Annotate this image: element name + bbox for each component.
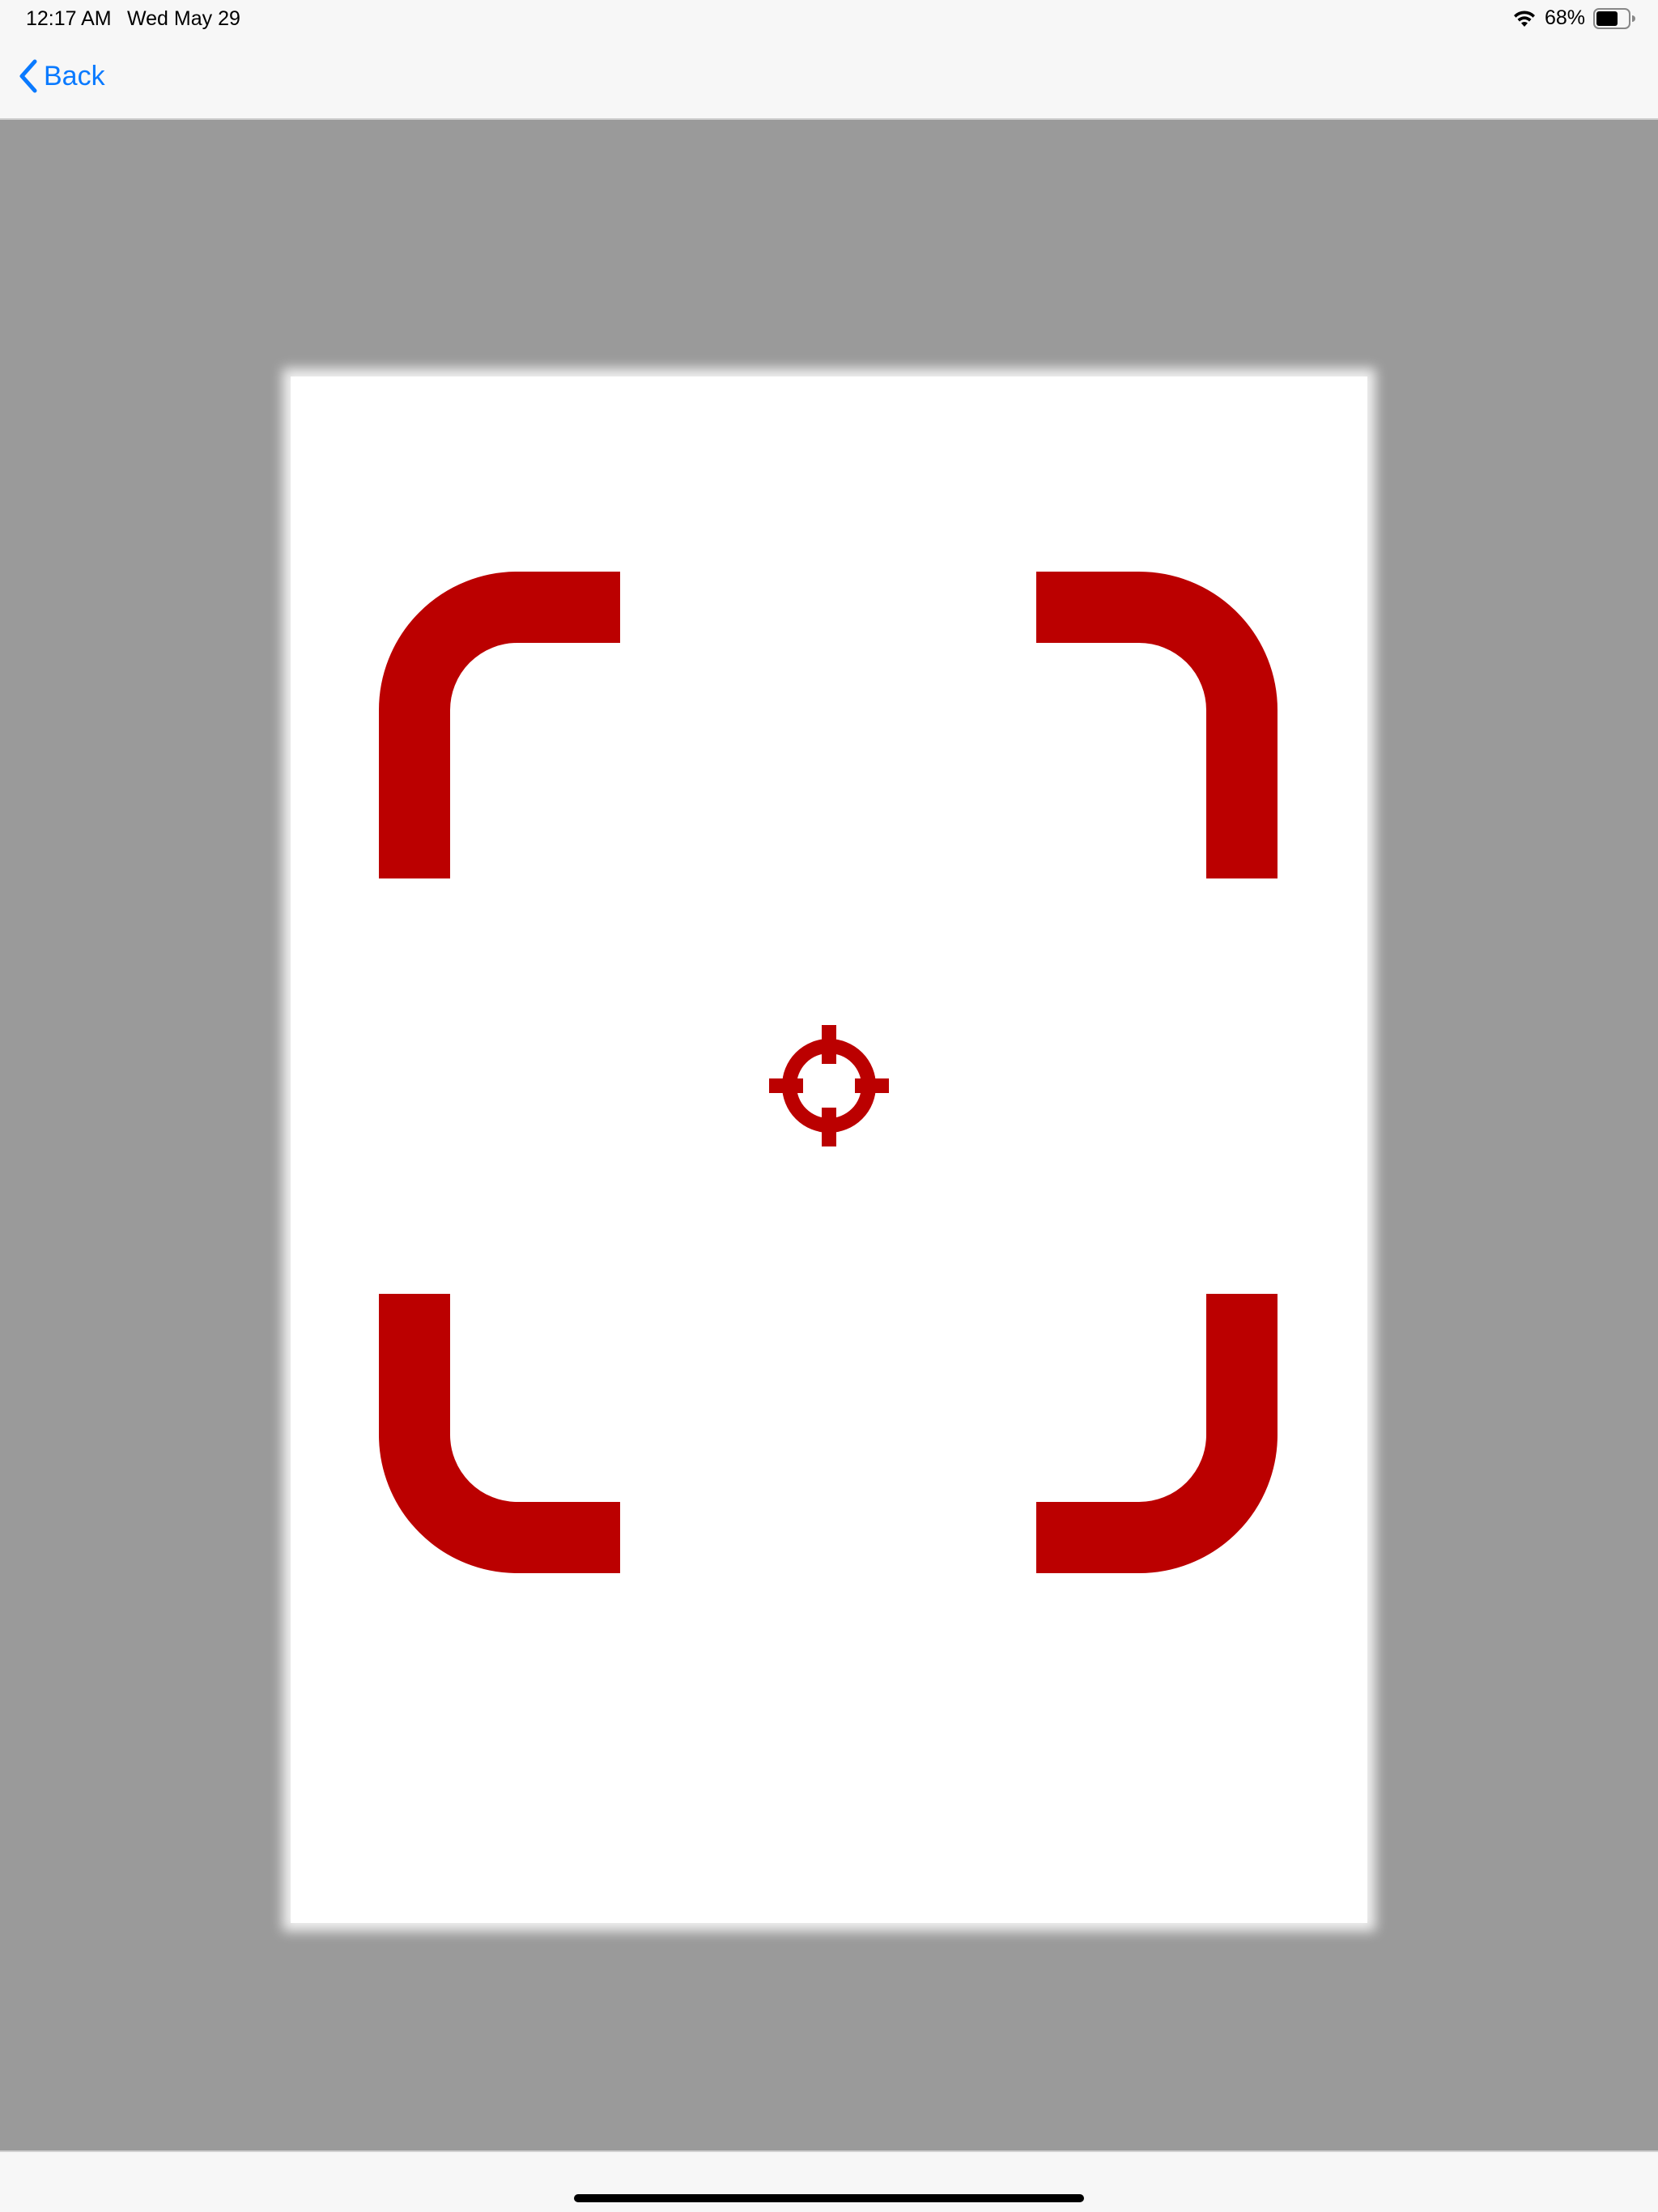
bottom-bar [0,2150,1658,2212]
wifi-icon [1512,9,1537,28]
scan-frame-corner-bottom-right [1036,1294,1278,1573]
navigation-bar: Back [0,39,1658,120]
battery-icon [1593,7,1635,29]
scanner-screen: 12:17 AM Wed May 29 68% Back [0,0,1658,2212]
battery-percent: 68% [1544,6,1585,29]
back-label: Back [44,60,105,91]
status-indicators: 68% [1512,6,1635,30]
scan-frame-corner-top-right [1036,572,1278,878]
scan-frame-corner-bottom-left [379,1294,620,1573]
camera-preview-area [0,120,1658,2150]
scan-region[interactable] [291,376,1367,1923]
status-date: Wed May 29 [127,7,240,30]
scan-frame-corner-top-left [379,572,620,878]
status-time: 12:17 AM [26,7,112,30]
chevron-left-icon [18,58,39,94]
home-indicator[interactable] [574,2194,1084,2202]
back-button[interactable]: Back [18,58,105,94]
status-bar: 12:17 AM Wed May 29 68% [0,0,1658,39]
crosshair-icon [769,1025,889,1146]
scan-frame [379,572,1278,1573]
